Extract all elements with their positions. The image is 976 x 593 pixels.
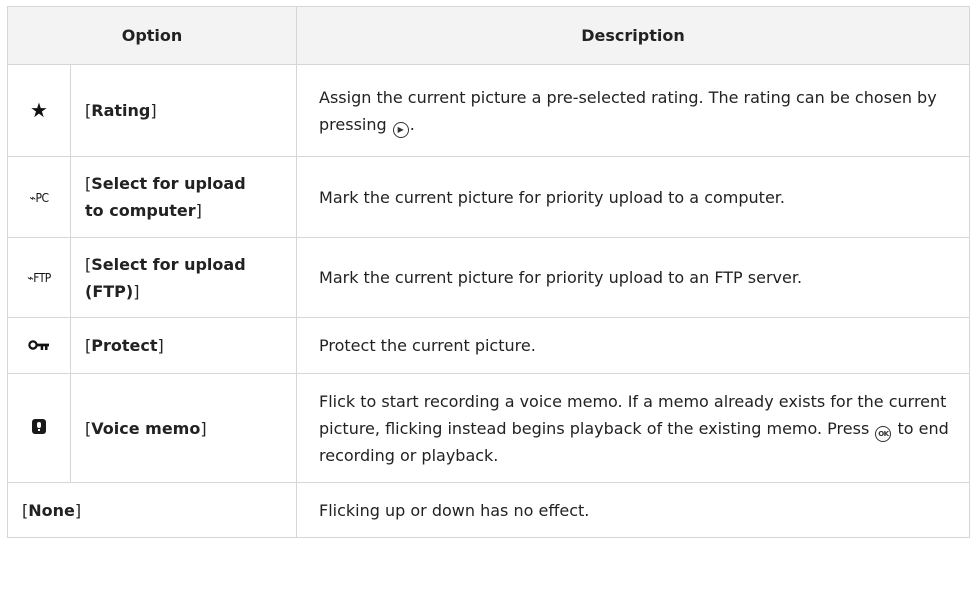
ok-button-icon: OK bbox=[875, 425, 892, 442]
table-row: ★ [Rating] Assign the current picture a … bbox=[7, 64, 971, 157]
table-row: [Protect] Protect the current picture. bbox=[7, 317, 971, 374]
table-row: [Voice memo] Flick to start recording a … bbox=[7, 373, 971, 483]
send-ftp-icon: ⌁ FTP bbox=[27, 265, 51, 292]
description-text: Flick to start recording a voice memo. I… bbox=[319, 391, 947, 438]
icon-cell bbox=[7, 317, 71, 374]
option-cell: [Select for upload (FTP)] bbox=[69, 237, 298, 318]
key-icon bbox=[28, 339, 50, 351]
option-name: Voice memo bbox=[91, 418, 201, 438]
icon-cell: ⌁ PC bbox=[7, 156, 71, 238]
option-cell: [Rating] bbox=[69, 64, 298, 157]
icon-label: PC bbox=[35, 190, 49, 205]
ok-icon-label: OK bbox=[878, 429, 889, 438]
option-cell: [Voice memo] bbox=[69, 373, 298, 483]
description-text-end: . bbox=[409, 114, 415, 134]
description-cell: Mark the current picture for priority up… bbox=[296, 237, 971, 318]
table-header-row: Option Description bbox=[6, 6, 971, 65]
option-name: Protect bbox=[91, 336, 158, 355]
option-cell: [Select for upload to computer] bbox=[69, 156, 298, 238]
option-name-line2: to computer bbox=[85, 201, 196, 220]
send-to-pc-icon: ⌁ PC bbox=[29, 185, 49, 212]
table-row: ⌁ FTP [Select for upload (FTP)] Mark the c… bbox=[7, 237, 971, 318]
microphone-icon bbox=[32, 418, 46, 434]
multi-selector-right-icon: ▶ bbox=[392, 121, 409, 138]
description-cell: Protect the current picture. bbox=[296, 317, 971, 374]
star-icon: ★ bbox=[30, 97, 48, 122]
option-name-line1: Select for upload bbox=[91, 254, 246, 274]
description-cell: Flick to start recording a voice memo. I… bbox=[296, 373, 971, 483]
option-name: Rating bbox=[91, 101, 151, 120]
icon-cell bbox=[7, 373, 71, 483]
option-name-line1: Select for upload bbox=[91, 174, 246, 193]
option-cell: [Protect] bbox=[69, 317, 298, 374]
option-column-header: Option bbox=[6, 6, 298, 65]
description-cell: Assign the current picture a pre-selecte… bbox=[296, 64, 971, 157]
option-name: None bbox=[28, 500, 75, 520]
option-name-line2: (FTP) bbox=[85, 281, 134, 301]
icon-cell: ⌁ FTP bbox=[7, 237, 71, 318]
icon-cell: ★ bbox=[7, 64, 71, 157]
options-table: Option Description ★ [Rating] Assign the… bbox=[6, 6, 971, 538]
description-column-header: Description bbox=[296, 6, 971, 65]
description-cell: Mark the current picture for priority up… bbox=[296, 156, 971, 238]
option-cell: [None] bbox=[6, 482, 298, 538]
icon-label: FTP bbox=[33, 271, 51, 285]
description-cell: Flicking up or down has no effect. bbox=[296, 482, 971, 538]
table-row: ⌁ PC [Select for upload to computer] Mark … bbox=[7, 156, 971, 238]
table-row: [None] Flicking up or down has no effect… bbox=[6, 482, 971, 538]
